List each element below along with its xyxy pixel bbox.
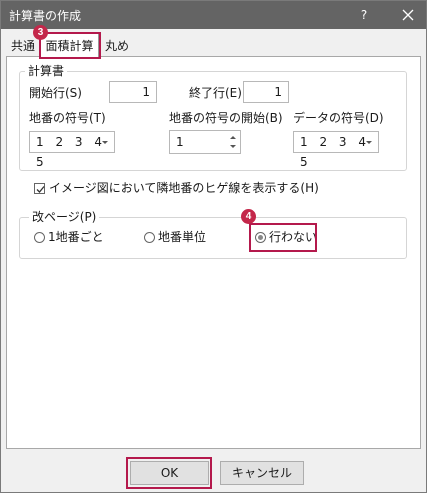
title-bar[interactable]: 計算書の作成 ? [1,1,426,29]
tab-area-calc[interactable]: 面積計算 [40,33,99,57]
spin-up-icon[interactable] [230,136,236,139]
radio-none-label[interactable]: 行わない [269,230,317,244]
lot-sign-start-label: 地番の符号の開始(B) [169,111,283,125]
radio-lot-unit-label[interactable]: 地番単位 [158,230,206,244]
data-sign-select[interactable]: 1 2 3 4 5 [293,131,379,169]
end-row-input[interactable]: 1 [243,81,289,103]
dialog-window: 計算書の作成 ? 共通 面積計算 丸め 計算書 開始行(S) 1 終了行(E) … [0,0,427,493]
image-option-checkbox[interactable] [34,183,45,194]
close-button[interactable] [393,3,423,27]
check-icon [36,186,45,193]
window-title: 計算書の作成 [9,9,82,23]
step-3-badge: 3 [33,25,48,40]
lot-sign-start-stepper[interactable]: 1 [169,130,241,154]
tab-rounding[interactable]: 丸め [105,38,129,54]
start-row-label: 開始行(S) [29,86,82,100]
start-row-input[interactable]: 1 [109,81,157,103]
lot-sign-select[interactable]: 1 2 3 4 5 [29,131,115,169]
help-button[interactable]: ? [349,3,379,27]
page-break-title: 改ページ(P) [29,210,100,224]
chevron-down-icon [102,141,108,144]
lot-sign-label: 地番の符号(T) [29,111,106,125]
chevron-down-icon [366,141,372,144]
radio-none[interactable] [255,232,266,243]
radio-per-lot[interactable] [34,232,45,243]
close-icon [402,9,414,21]
spin-down-icon[interactable] [230,145,236,148]
lot-sign-start-value: 1 [176,135,184,149]
tab-panel: 計算書 開始行(S) 1 終了行(E) 1 地番の符号(T) 1 2 3 4 5… [6,56,421,449]
radio-per-lot-label[interactable]: 1地番ごと [48,230,104,244]
radio-lot-unit[interactable] [144,232,155,243]
ok-button[interactable]: OK [130,461,209,485]
end-row-label: 終了行(E) [189,86,242,100]
cancel-button[interactable]: キャンセル [220,461,304,485]
image-option-label[interactable]: イメージ図において隣地番のヒゲ線を表示する(H) [49,181,319,195]
data-sign-label: データの符号(D) [293,111,384,125]
step-4-badge: 4 [241,209,256,224]
calc-group-title: 計算書 [25,64,68,78]
tab-common[interactable]: 共通 [11,38,35,54]
